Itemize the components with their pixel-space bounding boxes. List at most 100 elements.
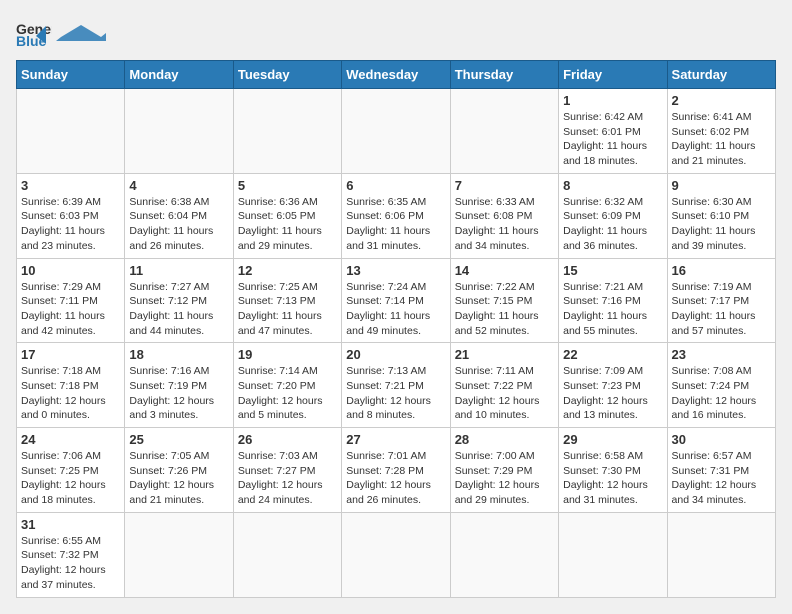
- col-header-sunday: Sunday: [17, 61, 125, 89]
- day-info: Sunrise: 7:19 AM Sunset: 7:17 PM Dayligh…: [672, 280, 771, 339]
- day-number: 6: [346, 178, 445, 193]
- day-info: Sunrise: 7:25 AM Sunset: 7:13 PM Dayligh…: [238, 280, 337, 339]
- day-info: Sunrise: 7:11 AM Sunset: 7:22 PM Dayligh…: [455, 364, 554, 423]
- calendar-week-1: 3 Sunrise: 6:39 AM Sunset: 6:03 PM Daylig…: [17, 173, 776, 258]
- day-number: 8: [563, 178, 662, 193]
- logo-wave: [56, 23, 106, 41]
- day-info: Sunrise: 6:36 AM Sunset: 6:05 PM Dayligh…: [238, 195, 337, 254]
- day-info: Sunrise: 7:18 AM Sunset: 7:18 PM Dayligh…: [21, 364, 120, 423]
- day-number: 17: [21, 347, 120, 362]
- calendar-cell: 20Sunrise: 7:13 AM Sunset: 7:21 PM Dayli…: [342, 343, 450, 428]
- day-number: 30: [672, 432, 771, 447]
- day-info: Sunrise: 7:21 AM Sunset: 7:16 PM Dayligh…: [563, 280, 662, 339]
- day-number: 22: [563, 347, 662, 362]
- day-number: 15: [563, 263, 662, 278]
- day-number: 11: [129, 263, 228, 278]
- header: General Blue: [16, 16, 776, 52]
- calendar-cell: [125, 512, 233, 597]
- day-number: 5: [238, 178, 337, 193]
- day-info: Sunrise: 7:09 AM Sunset: 7:23 PM Dayligh…: [563, 364, 662, 423]
- day-info: Sunrise: 6:30 AM Sunset: 6:10 PM Dayligh…: [672, 195, 771, 254]
- day-info: Sunrise: 6:42 AM Sunset: 6:01 PM Dayligh…: [563, 110, 662, 169]
- day-number: 12: [238, 263, 337, 278]
- calendar-table: SundayMondayTuesdayWednesdayThursdayFrid…: [16, 60, 776, 598]
- calendar-cell: 27 Sunrise: 7:01 AM Sunset: 7:28 PM Dayli…: [342, 428, 450, 513]
- calendar-cell: 14Sunrise: 7:22 AM Sunset: 7:15 PM Dayli…: [450, 258, 558, 343]
- day-info: Sunrise: 6:58 AM Sunset: 7:30 PM Dayligh…: [563, 449, 662, 508]
- calendar-cell: 17 Sunrise: 7:18 AM Sunset: 7:18 PM Dayli…: [17, 343, 125, 428]
- col-header-wednesday: Wednesday: [342, 61, 450, 89]
- calendar-cell: 11 Sunrise: 7:27 AM Sunset: 7:12 PM Dayli…: [125, 258, 233, 343]
- calendar-cell: 29 Sunrise: 6:58 AM Sunset: 7:30 PM Dayli…: [559, 428, 667, 513]
- day-info: Sunrise: 7:05 AM Sunset: 7:26 PM Dayligh…: [129, 449, 228, 508]
- calendar-cell: [450, 89, 558, 174]
- day-number: 4: [129, 178, 228, 193]
- day-info: Sunrise: 6:39 AM Sunset: 6:03 PM Dayligh…: [21, 195, 120, 254]
- svg-text:Blue: Blue: [16, 33, 47, 49]
- calendar-cell: [233, 512, 341, 597]
- calendar-cell: 9 Sunrise: 6:30 AM Sunset: 6:10 PM Daylig…: [667, 173, 775, 258]
- calendar-header: SundayMondayTuesdayWednesdayThursdayFrid…: [17, 61, 776, 89]
- day-number: 23: [672, 347, 771, 362]
- calendar-cell: 30 Sunrise: 6:57 AM Sunset: 7:31 PM Dayli…: [667, 428, 775, 513]
- calendar-cell: 6 Sunrise: 6:35 AM Sunset: 6:06 PM Daylig…: [342, 173, 450, 258]
- day-info: Sunrise: 7:16 AM Sunset: 7:19 PM Dayligh…: [129, 364, 228, 423]
- calendar-cell: 12 Sunrise: 7:25 AM Sunset: 7:13 PM Dayli…: [233, 258, 341, 343]
- col-header-thursday: Thursday: [450, 61, 558, 89]
- day-number: 27: [346, 432, 445, 447]
- calendar-week-2: 10 Sunrise: 7:29 AM Sunset: 7:11 PM Dayli…: [17, 258, 776, 343]
- calendar-cell: 21Sunrise: 7:11 AM Sunset: 7:22 PM Dayli…: [450, 343, 558, 428]
- calendar-cell: [233, 89, 341, 174]
- day-info: Sunrise: 7:06 AM Sunset: 7:25 PM Dayligh…: [21, 449, 120, 508]
- calendar-cell: [125, 89, 233, 174]
- calendar-cell: [559, 512, 667, 597]
- calendar-cell: 31 Sunrise: 6:55 AM Sunset: 7:32 PM Dayli…: [17, 512, 125, 597]
- calendar-cell: 15 Sunrise: 7:21 AM Sunset: 7:16 PM Dayli…: [559, 258, 667, 343]
- day-number: 9: [672, 178, 771, 193]
- calendar-cell: 22 Sunrise: 7:09 AM Sunset: 7:23 PM Dayli…: [559, 343, 667, 428]
- day-number: 26: [238, 432, 337, 447]
- day-info: Sunrise: 7:29 AM Sunset: 7:11 PM Dayligh…: [21, 280, 120, 339]
- day-number: 24: [21, 432, 120, 447]
- logo-icon: General Blue: [16, 16, 52, 52]
- day-info: Sunrise: 6:55 AM Sunset: 7:32 PM Dayligh…: [21, 534, 120, 593]
- calendar-cell: 19Sunrise: 7:14 AM Sunset: 7:20 PM Dayli…: [233, 343, 341, 428]
- day-number: 28: [455, 432, 554, 447]
- calendar-cell: 1Sunrise: 6:42 AM Sunset: 6:01 PM Daylig…: [559, 89, 667, 174]
- calendar-cell: 28 Sunrise: 7:00 AM Sunset: 7:29 PM Dayli…: [450, 428, 558, 513]
- day-info: Sunrise: 6:35 AM Sunset: 6:06 PM Dayligh…: [346, 195, 445, 254]
- day-info: Sunrise: 7:22 AM Sunset: 7:15 PM Dayligh…: [455, 280, 554, 339]
- calendar-week-0: 1Sunrise: 6:42 AM Sunset: 6:01 PM Daylig…: [17, 89, 776, 174]
- header-row: SundayMondayTuesdayWednesdayThursdayFrid…: [17, 61, 776, 89]
- calendar-cell: 8 Sunrise: 6:32 AM Sunset: 6:09 PM Daylig…: [559, 173, 667, 258]
- day-info: Sunrise: 6:38 AM Sunset: 6:04 PM Dayligh…: [129, 195, 228, 254]
- calendar-body: 1Sunrise: 6:42 AM Sunset: 6:01 PM Daylig…: [17, 89, 776, 598]
- calendar-cell: 7 Sunrise: 6:33 AM Sunset: 6:08 PM Daylig…: [450, 173, 558, 258]
- calendar-cell: 2Sunrise: 6:41 AM Sunset: 6:02 PM Daylig…: [667, 89, 775, 174]
- day-info: Sunrise: 7:01 AM Sunset: 7:28 PM Dayligh…: [346, 449, 445, 508]
- col-header-monday: Monday: [125, 61, 233, 89]
- calendar-week-5: 31 Sunrise: 6:55 AM Sunset: 7:32 PM Dayli…: [17, 512, 776, 597]
- day-number: 29: [563, 432, 662, 447]
- day-info: Sunrise: 6:33 AM Sunset: 6:08 PM Dayligh…: [455, 195, 554, 254]
- day-info: Sunrise: 6:32 AM Sunset: 6:09 PM Dayligh…: [563, 195, 662, 254]
- day-info: Sunrise: 7:03 AM Sunset: 7:27 PM Dayligh…: [238, 449, 337, 508]
- day-info: Sunrise: 6:57 AM Sunset: 7:31 PM Dayligh…: [672, 449, 771, 508]
- day-number: 19: [238, 347, 337, 362]
- day-number: 10: [21, 263, 120, 278]
- col-header-saturday: Saturday: [667, 61, 775, 89]
- day-info: Sunrise: 6:41 AM Sunset: 6:02 PM Dayligh…: [672, 110, 771, 169]
- day-number: 3: [21, 178, 120, 193]
- calendar-cell: [342, 89, 450, 174]
- calendar-cell: 13Sunrise: 7:24 AM Sunset: 7:14 PM Dayli…: [342, 258, 450, 343]
- calendar-cell: 4 Sunrise: 6:38 AM Sunset: 6:04 PM Daylig…: [125, 173, 233, 258]
- day-info: Sunrise: 7:00 AM Sunset: 7:29 PM Dayligh…: [455, 449, 554, 508]
- calendar-cell: 10 Sunrise: 7:29 AM Sunset: 7:11 PM Dayli…: [17, 258, 125, 343]
- day-number: 31: [21, 517, 120, 532]
- calendar-cell: 18Sunrise: 7:16 AM Sunset: 7:19 PM Dayli…: [125, 343, 233, 428]
- day-info: Sunrise: 7:27 AM Sunset: 7:12 PM Dayligh…: [129, 280, 228, 339]
- day-number: 7: [455, 178, 554, 193]
- day-number: 13: [346, 263, 445, 278]
- calendar-cell: [342, 512, 450, 597]
- calendar-week-4: 24 Sunrise: 7:06 AM Sunset: 7:25 PM Dayli…: [17, 428, 776, 513]
